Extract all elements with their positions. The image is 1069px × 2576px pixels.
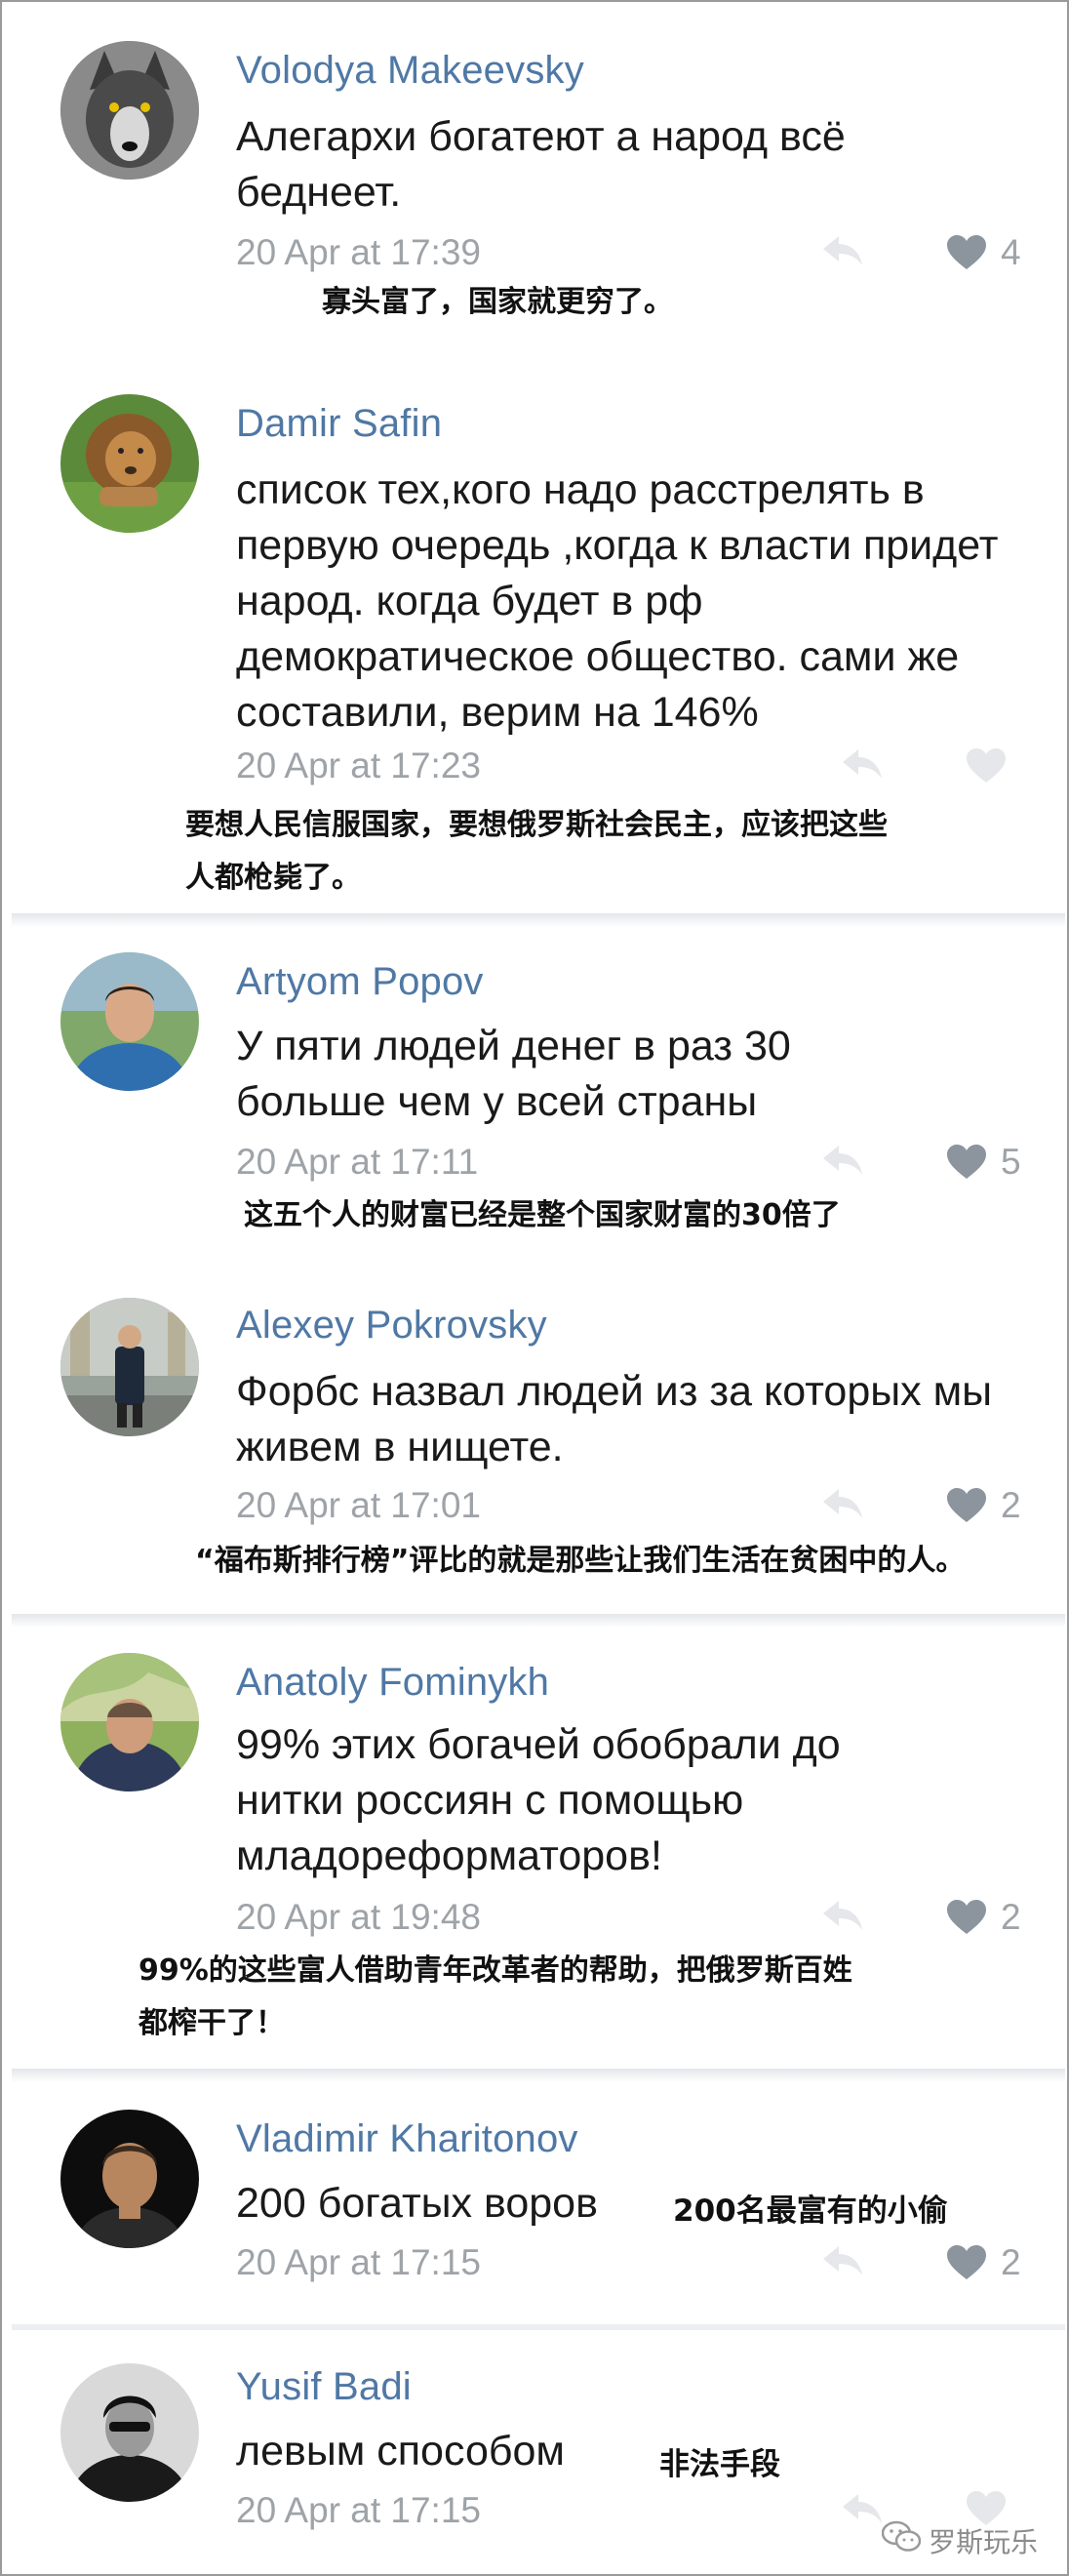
heart-icon[interactable] [946, 1144, 987, 1181]
avatar[interactable] [60, 41, 199, 180]
timestamp[interactable]: 20 Apr at 17:11 [236, 1142, 478, 1183]
reply-arrow-icon[interactable] [821, 2244, 864, 2277]
author-name[interactable]: Yusif Badi [236, 2365, 412, 2409]
author-name[interactable]: Alexey Pokrovsky [236, 1304, 547, 1348]
wechat-logo-icon [881, 2520, 922, 2560]
author-name[interactable]: Vladimir Kharitonov [236, 2117, 578, 2161]
translation-text: 非法手段 [659, 2447, 780, 2482]
avatar[interactable] [60, 394, 199, 533]
reply-arrow-icon[interactable] [841, 2492, 884, 2525]
heart-icon[interactable] [946, 2244, 987, 2281]
avatar[interactable] [60, 1653, 199, 1791]
avatar[interactable] [60, 2363, 199, 2502]
comment-text: Форбс назвал людей из за которых мы живе… [236, 1368, 993, 1470]
comment-text: Алегархи богатеют а народ всё беднеет. [236, 113, 846, 216]
comment-item: Anatoly Fominykh 99% этих богачей обобра… [4, 1628, 1067, 2067]
translation-text: 要想人民信服国家，要想俄罗斯社会民主，应该把这些 [185, 808, 888, 842]
heart-icon[interactable] [966, 747, 1007, 785]
translation-text: 99%的这些富人借助青年改革者的帮助，把俄罗斯百姓 [139, 1953, 852, 1988]
comment-item: Vladimir Kharitonov 200 богатых воров 20… [4, 2082, 1067, 2326]
translation-text: “福布斯排行榜”评比的就是那些让我们生活在贫困中的人。 [195, 1544, 966, 1578]
watermark-text: 罗斯玩乐 [928, 2525, 1038, 2558]
comment-text: У пяти людей денег в раз 30 больше чем у… [236, 1023, 791, 1125]
reply-arrow-icon[interactable] [821, 1899, 864, 1932]
reply-arrow-icon[interactable] [821, 234, 864, 267]
avatar[interactable] [60, 1298, 199, 1436]
like-count: 2 [1001, 1897, 1021, 1937]
translation-text: 都榨干了！ [139, 2006, 285, 2040]
like-count: 2 [1001, 1485, 1021, 1525]
timestamp[interactable]: 20 Apr at 17:23 [236, 745, 481, 786]
author-name[interactable]: Anatoly Fominykh [236, 1661, 549, 1705]
translation-text: 人都枪毙了。 [185, 861, 361, 895]
watermark: 罗斯玩乐 [881, 2520, 1038, 2560]
timestamp[interactable]: 20 Apr at 17:15 [236, 2490, 481, 2531]
like-count: 4 [1001, 232, 1021, 272]
timestamp[interactable]: 20 Apr at 17:15 [236, 2242, 481, 2283]
reply-arrow-icon[interactable] [821, 1487, 864, 1520]
timestamp[interactable]: 20 Apr at 17:01 [236, 1485, 481, 1526]
timestamp[interactable]: 20 Apr at 17:39 [236, 232, 481, 273]
translation-text: 这五个人的财富已经是整个国家财富的30倍了 [244, 1198, 841, 1232]
divider [12, 2069, 1065, 2082]
comment-item: Damir Safin список тех,кого надо расстре… [4, 343, 1067, 919]
divider [12, 913, 1065, 927]
author-name[interactable]: Volodya Makeevsky [236, 49, 584, 93]
reply-arrow-icon[interactable] [841, 747, 884, 781]
translation-text: 200名最富有的小偷 [673, 2194, 948, 2229]
comment-item: Alexey Pokrovsky Форбс назвал людей из з… [4, 1268, 1067, 1620]
like-count: 2 [1001, 2242, 1021, 2282]
comment-text: список тех,кого надо расстрелять в перву… [236, 466, 999, 736]
heart-icon[interactable] [946, 1487, 987, 1524]
comment-text: 99% этих богачей обобрали до нитки росси… [236, 1721, 841, 1879]
timestamp[interactable]: 20 Apr at 19:48 [236, 1897, 481, 1938]
avatar[interactable] [60, 2110, 199, 2248]
like-count: 5 [1001, 1142, 1021, 1182]
avatar[interactable] [60, 952, 199, 1091]
comment-text: 200 богатых воров [236, 2180, 598, 2227]
author-name[interactable]: Artyom Popov [236, 960, 484, 1004]
author-name[interactable]: Damir Safin [236, 402, 442, 446]
divider [12, 1614, 1065, 1628]
comments-page: Volodya Makeevsky Алегархи богатеют а на… [0, 0, 1069, 2576]
comment-text: левым способом [236, 2428, 565, 2475]
comment-item: Artyom Popov У пяти людей денег в раз 30… [4, 927, 1067, 1268]
translation-text: 寡头富了，国家就更穷了。 [322, 285, 673, 319]
heart-icon[interactable] [946, 234, 987, 271]
comment-item: Volodya Makeevsky Алегархи богатеют а на… [4, 2, 1067, 343]
heart-icon[interactable] [946, 1899, 987, 1936]
reply-arrow-icon[interactable] [821, 1144, 864, 1177]
